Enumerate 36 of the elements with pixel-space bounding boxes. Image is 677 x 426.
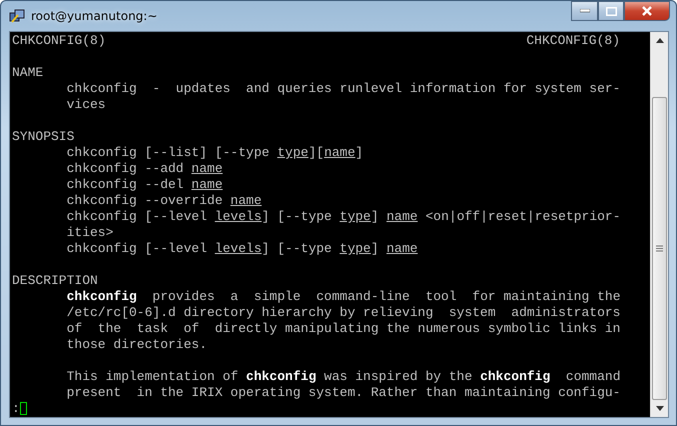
maximize-icon (606, 6, 616, 16)
man-line: chkconfig --override name (66, 193, 262, 208)
man-line: vices (66, 97, 106, 112)
pager-prompt: : (12, 401, 20, 416)
man-line: chkconfig [--level levels] [--type type] name (66, 241, 418, 256)
grip-icon (656, 245, 663, 252)
man-line: /etc/rc[0-6].d directory hierarchy by relieving system administrators (66, 305, 620, 320)
scrollbar[interactable] (650, 32, 668, 417)
maximize-button[interactable] (598, 1, 624, 21)
scroll-up-icon[interactable] (656, 38, 664, 43)
scroll-thumb[interactable] (652, 97, 667, 400)
man-line: chkconfig --add name (66, 161, 223, 176)
section-heading: DESCRIPTION (12, 273, 98, 288)
minimize-button[interactable] (571, 1, 598, 21)
man-line: those directories. (66, 337, 208, 352)
close-button[interactable] (624, 1, 670, 21)
page-header: CHKCONFIG(8) (12, 33, 106, 49)
terminal-screen[interactable] (10, 32, 650, 417)
man-line: chkconfig [--level levels] [--type type] name <on|off|reset|resetprior- (66, 209, 621, 224)
text-cursor (20, 402, 27, 415)
minimize-icon (580, 9, 590, 13)
window-title: root@yumanutong:~ (31, 9, 158, 23)
man-line: chkconfig --del name (66, 177, 223, 192)
page-header: CHKCONFIG(8) (526, 33, 620, 49)
close-icon (642, 6, 652, 16)
man-line: chkconfig [--list] [--type type][name] (66, 145, 364, 160)
scroll-down-icon[interactable] (656, 406, 664, 411)
man-line: chkconfig provides a simple command-line tool for maintaining the (66, 289, 620, 304)
section-heading: NAME (12, 65, 44, 80)
man-line: This implementation of chkconfig was inspired by the chkconfig command (66, 369, 621, 384)
man-line: ities> (66, 225, 114, 240)
man-line: chkconfig - updates and queries runlevel information for system ser- (66, 81, 620, 96)
man-line: of the task of directly manipulating the numerous symbolic links in (66, 321, 620, 336)
section-heading: SYNOPSIS (12, 129, 74, 144)
man-line: present in the IRIX operating system. Rather than maintaining configu- (66, 385, 620, 400)
terminal-app-icon (9, 8, 25, 24)
